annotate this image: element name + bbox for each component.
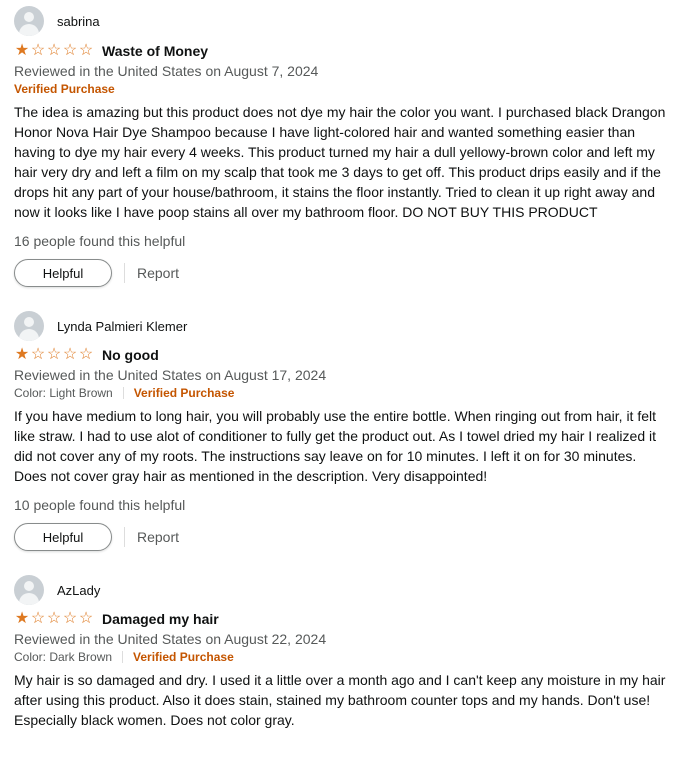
star-filled-icon: ★: [14, 610, 30, 627]
reviewer-profile[interactable]: AzLady: [14, 575, 669, 605]
star-outline-icon: ☆: [62, 42, 78, 59]
verified-purchase-badge: Verified Purchase: [133, 386, 235, 400]
divider: [124, 527, 125, 547]
review-body: The idea is amazing but this product doe…: [14, 104, 666, 220]
star-rating[interactable]: ★ ☆ ☆ ☆ ☆: [14, 611, 94, 627]
reviewer-name[interactable]: Lynda Palmieri Klemer: [57, 319, 187, 334]
review-date: Reviewed in the United States on August …: [14, 631, 327, 647]
review-card: AzLady ★ ☆ ☆ ☆ ☆ Damaged my hair Reviewe…: [0, 575, 683, 730]
helpful-count: 10 people found this helpful: [14, 497, 186, 513]
review-card: sabrina ★ ☆ ☆ ☆ ☆ Waste of Money Reviewe…: [0, 0, 683, 287]
star-rating[interactable]: ★ ☆ ☆ ☆ ☆: [14, 347, 94, 363]
reviewer-name[interactable]: sabrina: [57, 14, 100, 29]
reviewer-name[interactable]: AzLady: [57, 583, 100, 598]
helpful-button[interactable]: Helpful: [14, 259, 112, 287]
reviewer-profile[interactable]: Lynda Palmieri Klemer: [14, 311, 669, 341]
review-title[interactable]: Damaged my hair: [102, 611, 219, 627]
divider: [122, 651, 124, 663]
star-filled-icon: ★: [14, 346, 30, 363]
review-meta: Color: Light Brown Verified Purchase: [14, 386, 669, 400]
review-actions: Helpful Report: [14, 259, 669, 287]
review-title[interactable]: Waste of Money: [102, 43, 208, 59]
review-actions: Helpful Report: [14, 523, 669, 551]
divider: [122, 387, 124, 399]
star-outline-icon: ☆: [78, 42, 94, 59]
star-outline-icon: ☆: [30, 42, 46, 59]
star-outline-icon: ☆: [62, 346, 78, 363]
helpful-count: 16 people found this helpful: [14, 233, 186, 249]
user-avatar-icon: [14, 311, 44, 341]
star-outline-icon: ☆: [46, 610, 62, 627]
rating-title-row: ★ ☆ ☆ ☆ ☆ Damaged my hair: [14, 609, 669, 629]
user-avatar-icon: [14, 575, 44, 605]
reviewer-profile[interactable]: sabrina: [14, 6, 669, 36]
star-filled-icon: ★: [14, 42, 30, 59]
review-card: Lynda Palmieri Klemer ★ ☆ ☆ ☆ ☆ No good …: [0, 311, 683, 551]
star-rating[interactable]: ★ ☆ ☆ ☆ ☆: [14, 43, 94, 59]
review-date: Reviewed in the United States on August …: [14, 367, 327, 383]
star-outline-icon: ☆: [62, 610, 78, 627]
star-outline-icon: ☆: [46, 42, 62, 59]
report-link[interactable]: Report: [137, 529, 179, 545]
star-outline-icon: ☆: [78, 610, 94, 627]
verified-purchase-badge: Verified Purchase: [14, 82, 115, 96]
user-avatar-icon: [14, 6, 44, 36]
divider: [124, 263, 125, 283]
review-body: If you have medium to long hair, you wil…: [14, 408, 657, 484]
star-outline-icon: ☆: [78, 346, 94, 363]
star-outline-icon: ☆: [30, 346, 46, 363]
star-outline-icon: ☆: [30, 610, 46, 627]
review-meta: Color: Dark Brown Verified Purchase: [14, 650, 669, 664]
rating-title-row: ★ ☆ ☆ ☆ ☆ Waste of Money: [14, 41, 669, 61]
product-color: Color: Dark Brown: [14, 650, 113, 664]
verified-purchase-badge: Verified Purchase: [133, 650, 234, 664]
review-title[interactable]: No good: [102, 347, 159, 363]
product-color: Color: Light Brown: [14, 386, 113, 400]
helpful-button[interactable]: Helpful: [14, 523, 112, 551]
review-meta: Verified Purchase: [14, 82, 669, 96]
review-body: My hair is so damaged and dry. I used it…: [14, 672, 666, 728]
rating-title-row: ★ ☆ ☆ ☆ ☆ No good: [14, 345, 669, 365]
star-outline-icon: ☆: [46, 346, 62, 363]
review-date: Reviewed in the United States on August …: [14, 63, 319, 79]
report-link[interactable]: Report: [137, 265, 179, 281]
